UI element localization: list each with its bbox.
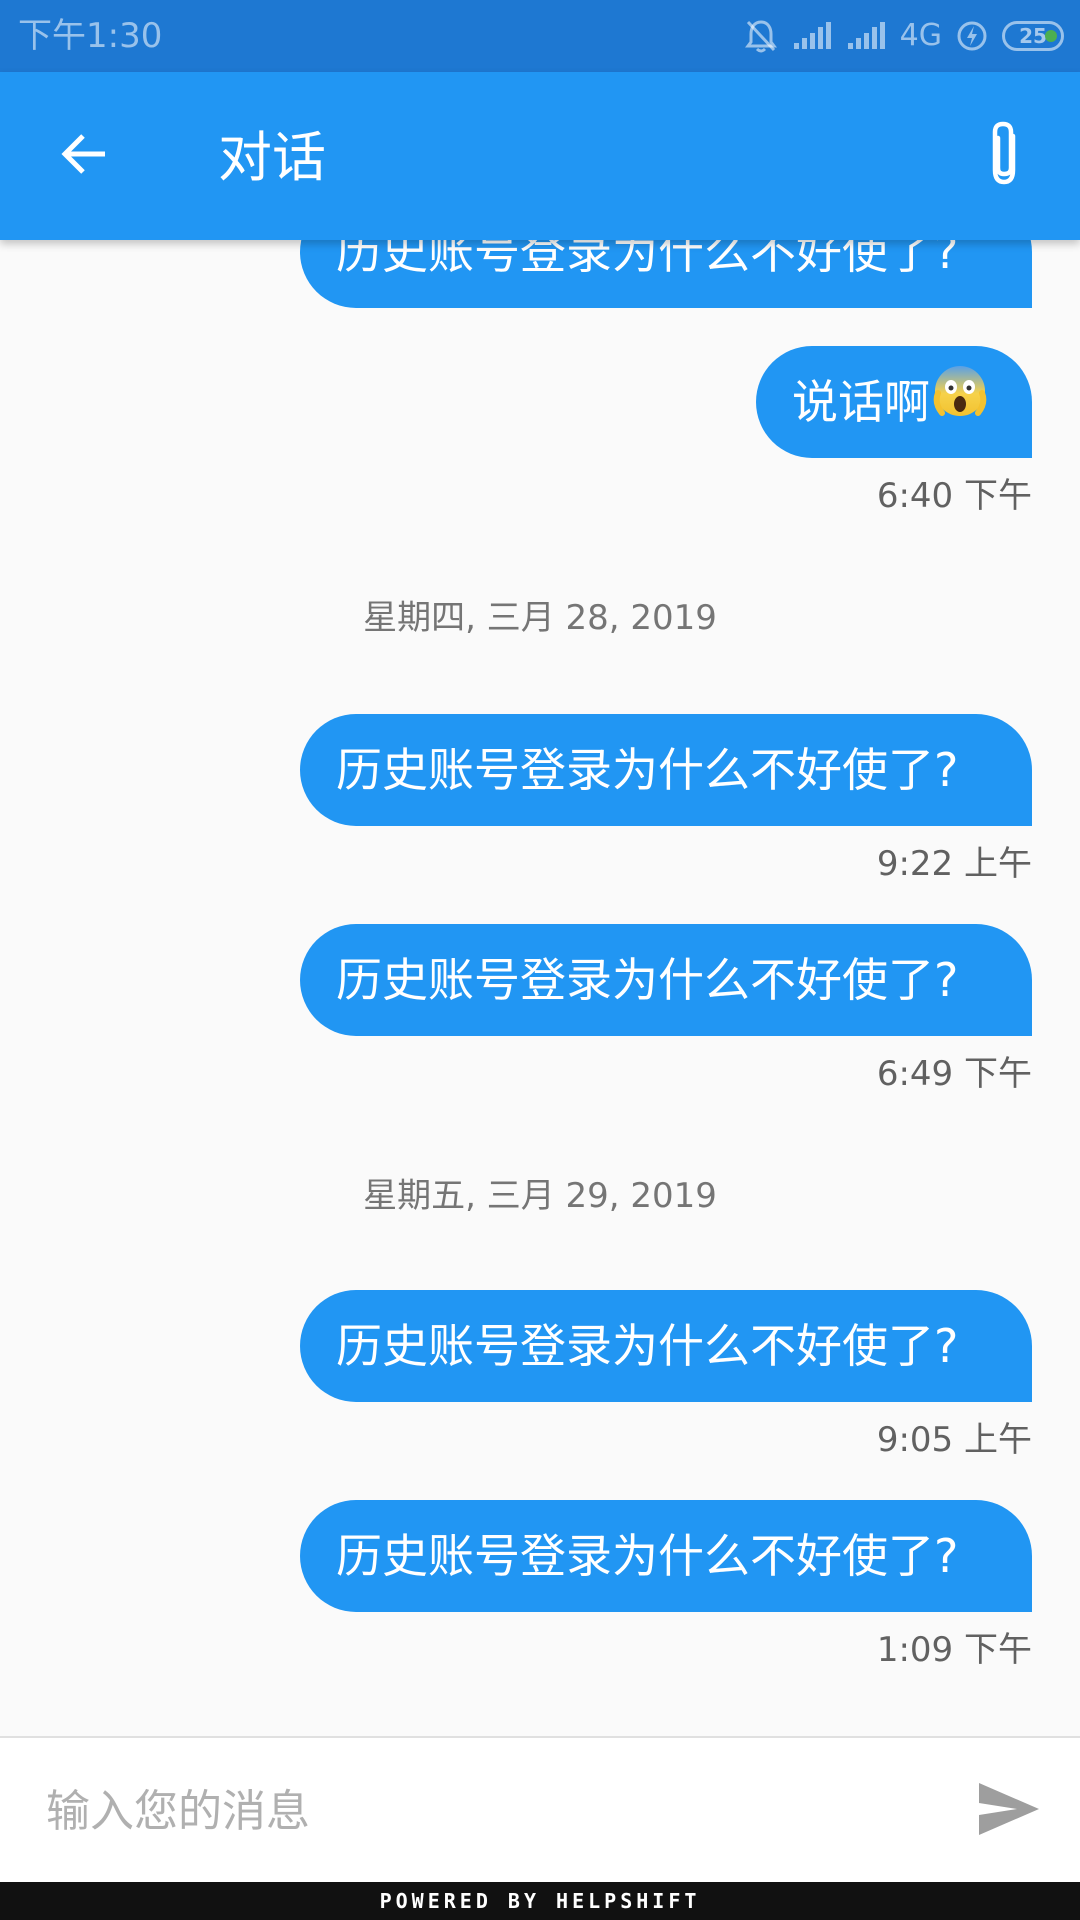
message-text: 历史账号登录为什么不好使了? bbox=[336, 1319, 959, 1373]
face-screaming-in-fear-icon bbox=[932, 347, 988, 459]
date-separator: 星期五, 三月 29, 2019 bbox=[363, 1176, 717, 1216]
message-timestamp: 9:22 上午 bbox=[876, 844, 1032, 884]
message-list[interactable]: 历史账号登录为什么不好使了? 说话啊 6:40 下午 星期四, 三月 28, 2… bbox=[0, 240, 1080, 1736]
message-text: 历史账号登录为什么不好使了? bbox=[336, 953, 959, 1007]
paperclip-icon bbox=[983, 118, 1025, 194]
date-separator: 星期四, 三月 28, 2019 bbox=[363, 598, 717, 638]
battery-dot bbox=[1045, 30, 1057, 42]
battery-level: 25 bbox=[1019, 24, 1047, 48]
bell-muted-icon bbox=[744, 18, 778, 54]
arrow-back-icon bbox=[59, 129, 109, 183]
network-type: 4G bbox=[899, 18, 942, 53]
message-bubble: 历史账号登录为什么不好使了? bbox=[300, 240, 1032, 308]
status-icons: 4G 25 bbox=[744, 16, 1064, 56]
message-timestamp: 1:09 下午 bbox=[876, 1630, 1032, 1670]
message-timestamp: 6:49 下午 bbox=[876, 1054, 1032, 1094]
message-bubble: 说话啊 bbox=[756, 346, 1032, 458]
message-bubble: 历史账号登录为什么不好使了? bbox=[300, 924, 1032, 1036]
app-bar: 对话 bbox=[0, 72, 1080, 240]
message-bubble: 历史账号登录为什么不好使了? bbox=[300, 714, 1032, 826]
message-text: 历史账号登录为什么不好使了? bbox=[336, 743, 959, 797]
page-title: 对话 bbox=[218, 126, 326, 189]
message-text: 说话啊 bbox=[792, 375, 930, 429]
send-icon bbox=[977, 1781, 1041, 1841]
back-button[interactable] bbox=[36, 118, 132, 194]
signal-icon bbox=[792, 21, 832, 51]
powered-by-footer: POWERED BY HELPSHIFT bbox=[0, 1882, 1080, 1920]
message-input[interactable] bbox=[46, 1766, 926, 1856]
battery-icon: 25 bbox=[1002, 21, 1064, 51]
attach-button[interactable] bbox=[964, 114, 1044, 198]
status-bar: 下午1:30 4G 25 bbox=[0, 0, 1080, 72]
message-timestamp: 6:40 下午 bbox=[876, 476, 1032, 516]
send-button[interactable] bbox=[974, 1776, 1044, 1846]
status-time: 下午1:30 bbox=[18, 16, 163, 56]
message-bubble: 历史账号登录为什么不好使了? bbox=[300, 1290, 1032, 1402]
signal-icon-2 bbox=[846, 21, 886, 51]
message-timestamp: 9:05 上午 bbox=[876, 1420, 1032, 1460]
message-composer bbox=[0, 1736, 1080, 1882]
message-text: 历史账号登录为什么不好使了? bbox=[336, 1529, 959, 1583]
message-bubble: 历史账号登录为什么不好使了? bbox=[300, 1500, 1032, 1612]
message-text: 历史账号登录为什么不好使了? bbox=[336, 240, 959, 279]
charging-icon bbox=[956, 20, 988, 52]
conversation-screen: 下午1:30 4G 25 对话 历史账号登录为什么不好使了? 说话啊 6:40 … bbox=[0, 0, 1080, 1920]
